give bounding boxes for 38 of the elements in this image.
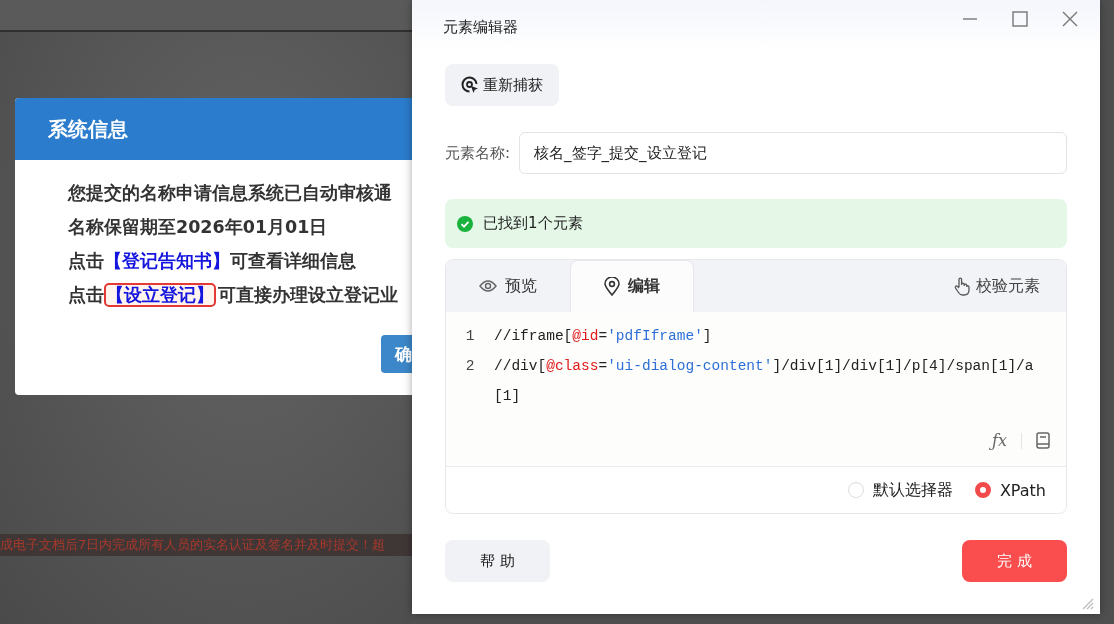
code-line: //div[@class='ui-dialog-content']/div[1]/div[1]/p[4]/span[1]/a[1]: [494, 357, 1035, 406]
help-button[interactable]: 帮 助: [445, 540, 550, 582]
verify-element-button[interactable]: 校验元素: [948, 274, 1046, 298]
location-pin-icon: [604, 277, 620, 296]
close-icon[interactable]: [1061, 10, 1079, 28]
dialog-text: 您提交的名称申请信息系统已自动审核通: [68, 182, 393, 205]
dialog-link[interactable]: 【设立登记】: [106, 285, 214, 305]
dialog-text: 点击: [68, 251, 104, 271]
dialog-text: 点击: [68, 285, 104, 305]
target-cursor-icon: [461, 76, 479, 94]
warning-text: 成电子文档后7日内完成所有人员的实名认证及签名并及时提交！超: [0, 534, 412, 556]
recapture-button[interactable]: 重新捕获: [445, 64, 559, 106]
radio-label: XPath: [999, 480, 1046, 500]
name-label: 元素名称:: [445, 143, 511, 163]
selector-radio[interactable]: 默认选择器: [847, 479, 953, 501]
confirm-button[interactable]: 确: [381, 335, 412, 373]
selector-radio[interactable]: XPath: [974, 480, 1046, 500]
book-icon[interactable]: [1036, 432, 1050, 449]
name-input[interactable]: 核名_签字_提交_设立登记: [519, 132, 1067, 174]
status-text: 已找到1个元素: [483, 214, 583, 233]
window-title: 元素编辑器: [443, 16, 519, 37]
dialog-text: 可查看详细信息: [230, 251, 356, 271]
resize-grip-icon[interactable]: [1080, 596, 1094, 610]
radio-label: 默认选择器: [872, 479, 953, 501]
dialog-link[interactable]: 【登记告知书】: [104, 251, 230, 271]
maximize-icon[interactable]: [1011, 10, 1029, 28]
hand-pointer-icon: [954, 276, 970, 296]
dialog-title: 系统信息: [15, 98, 412, 160]
line-number: 2: [464, 357, 476, 376]
dialog-text: 可直接办理设立登记业: [218, 285, 398, 305]
radio-dot[interactable]: [974, 482, 991, 498]
check-circle-icon: [457, 215, 473, 232]
code-line: //iframe[@id='pdfIframe']: [494, 327, 713, 346]
dialog-text: 名称保留期至2026年01月01日: [68, 216, 329, 239]
tab[interactable]: 编辑: [570, 260, 694, 312]
eye-icon: [479, 279, 497, 293]
line-number: 1: [464, 327, 476, 346]
tab[interactable]: 预览: [446, 260, 570, 312]
